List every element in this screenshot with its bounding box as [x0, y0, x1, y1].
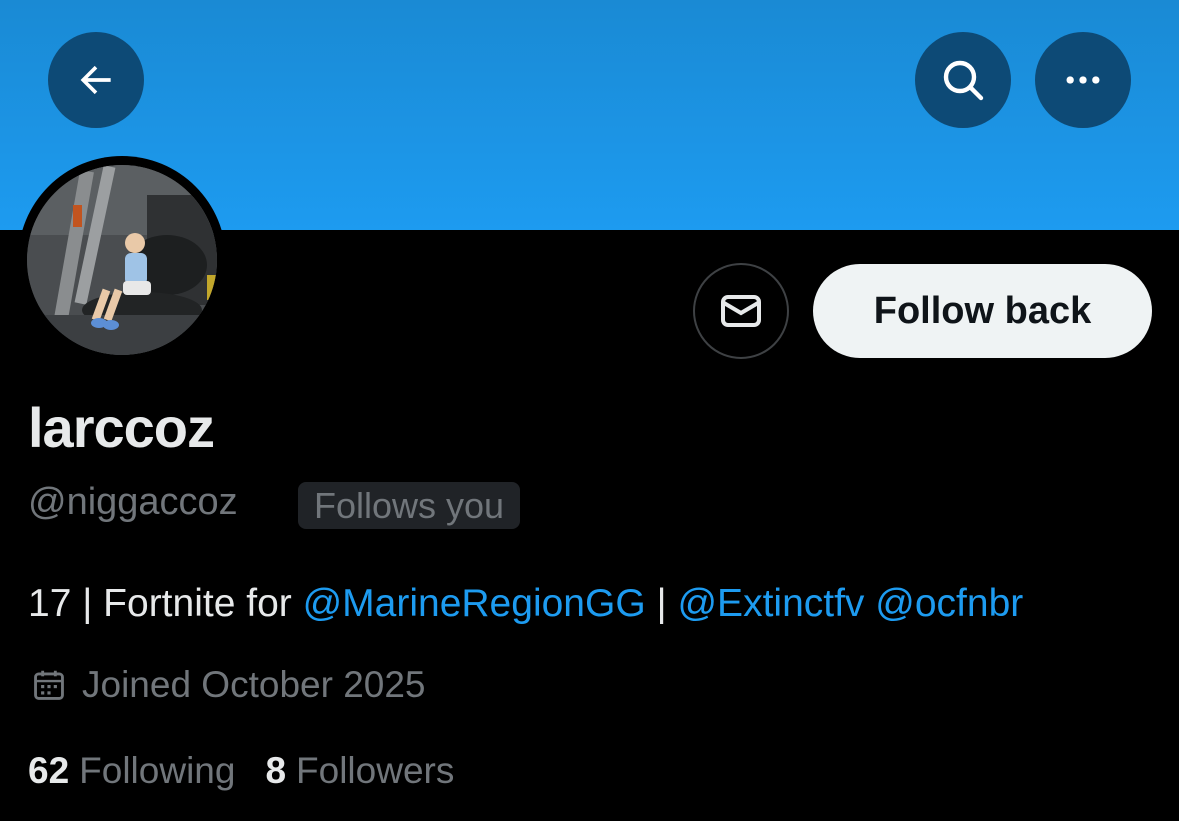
follow-stats: 62 Following 8 Followers [28, 750, 484, 792]
follow-back-button[interactable]: Follow back [813, 264, 1152, 358]
back-button[interactable] [48, 32, 144, 128]
calendar-icon [34, 670, 64, 700]
joined-label: Joined October 2025 [82, 664, 426, 705]
more-options-button[interactable] [1035, 32, 1131, 128]
mention-link-extinctfv[interactable]: @Extinctfv [677, 582, 864, 625]
search-button[interactable] [915, 32, 1011, 128]
following-stat[interactable]: 62 Following [28, 750, 235, 792]
followers-count: 8 [265, 750, 287, 791]
follows-you-badge: Follows you [298, 482, 521, 529]
joined-date: Joined October 2025 [30, 664, 426, 706]
display-name: larccoz [28, 396, 215, 459]
following-count: 62 [28, 750, 70, 791]
more-icon [1066, 76, 1100, 84]
profile-page: Follow back larccoz @niggaccoz Follows y… [0, 0, 1179, 821]
bio-space [864, 582, 875, 625]
followers-label: Followers [296, 750, 455, 791]
profile-bio: 17 | Fortnite for @MarineRegionGG | @Ext… [28, 582, 1023, 626]
user-handle: @niggaccoz [28, 481, 238, 523]
envelope-icon [721, 295, 761, 327]
mention-link-ocfnbr[interactable]: @ocfnbr [875, 582, 1023, 625]
avatar-photo [27, 165, 217, 355]
avatar[interactable] [27, 165, 217, 355]
mention-link-marineregiongg[interactable]: @MarineRegionGG [303, 582, 646, 625]
followers-stat[interactable]: 8 Followers [265, 750, 454, 792]
back-arrow-icon [80, 65, 111, 95]
message-button[interactable] [693, 263, 789, 359]
bio-text: 17 | Fortnite for [28, 582, 303, 625]
bio-separator: | [645, 582, 678, 625]
search-icon [943, 60, 984, 101]
following-label: Following [79, 750, 236, 791]
